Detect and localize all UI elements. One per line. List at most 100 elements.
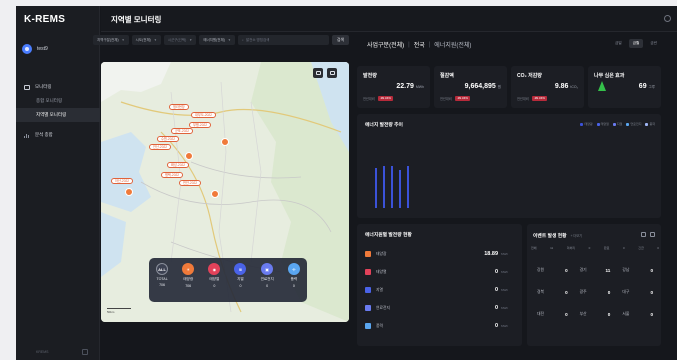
sidebar-item-monitoring[interactable]: 모니터링 [16,80,100,94]
plant-marker[interactable]: 평택-2022 [161,172,184,178]
monitor-icon [24,84,30,90]
legend-item[interactable]: 태양열 [596,122,609,126]
generation-row: 태양광 18.89 MWh [365,248,515,260]
generation-trend-card: 에너지 발전량 추이 태양광 태양열 지열 연료전지 풍력 [357,114,661,218]
region-cell[interactable]: 서울 0 [616,308,659,320]
plant-marker[interactable]: 수원-2022 [157,136,180,142]
brand-logo[interactable]: K-REMS [24,14,65,25]
chevron-down-icon: ▼ [121,38,125,42]
legend-item[interactable]: ☀ 태양광 706 [182,263,195,288]
map-pin-icon[interactable] [211,190,219,198]
legend-item[interactable]: ▣ 연료전지 0 [261,263,274,288]
region-cell[interactable]: 강남 0 [616,264,659,276]
energy-generation-card: 에너지원별 발전량 현황 태양광 18.89 MWh 태양열 0 MWh 지열 … [357,224,522,346]
stat-savings: 절감액 9,664,895 원 전년대비 -99.34% [434,66,507,108]
tab-month[interactable]: 금월 [628,39,644,48]
stat-co2: CO₂ 저감량 9.86 tCO₂ 전년대비 -99.34% [511,66,584,108]
wind-icon [365,323,371,329]
plant-marker[interactable]: 안산-2022 [149,144,172,150]
change-badge: -99.34% [454,96,470,101]
card-title: 에너지원별 발전량 현황 [365,233,412,238]
legend-item[interactable]: 지열 [612,122,622,126]
map-view[interactable]: 청라현장 대부도-2022 부평-2022 군포-2022 수원-2022 안산… [101,62,349,322]
trend-legend: 태양광 태양열 지열 연료전지 풍력 [580,122,655,126]
tab-today[interactable]: 금일 [611,39,626,48]
trend-bar [399,170,401,208]
plant-marker[interactable]: 천안-2022 [179,180,202,186]
region-cell[interactable]: 대전 0 [531,308,574,320]
energy-legend: ALL TOTAL 706 ☀ 태양광 706 ◉ 태양열 0 ≋ 지열 0 ▣… [149,258,307,302]
user-profile[interactable]: test9 [22,44,48,54]
tab-year[interactable]: 금년 [646,39,661,48]
layers-icon [315,71,321,75]
settings-icon[interactable] [664,15,671,22]
scale-label: 50km [107,310,115,314]
legend-item[interactable]: 태양광 [580,122,593,126]
legend-item[interactable]: ✢ 풍력 0 [287,263,300,288]
region-cell[interactable]: 부산 0 [574,308,617,320]
sidebar-item-analysis[interactable]: 분석 종합 [16,128,100,142]
map-layer-button[interactable] [313,68,323,78]
map-icon [329,71,335,75]
change-badge: -99.34% [377,96,393,101]
map-pin-icon[interactable] [185,152,193,160]
plant-marker[interactable]: 아산-2022 [111,178,134,184]
plant-marker[interactable]: 부평-2022 [189,122,212,128]
plant-marker[interactable]: 화성-2022 [167,162,190,168]
more-link[interactable]: + 더보기 [571,233,583,238]
generation-row: 풍력 0 MWh [365,320,515,332]
plant-marker[interactable]: 대부도-2022 [191,112,216,118]
legend-item[interactable]: ◉ 태양열 0 [208,263,221,288]
sidebar-item-label: 종합 모니터링 [36,98,63,103]
region-type-select[interactable]: 지역구분(전체) ▼ [93,35,129,45]
district-select[interactable]: 시군구(선택) ▼ [163,35,197,45]
chevron-down-icon: ▼ [227,38,231,42]
collapse-icon[interactable] [82,349,88,355]
chevron-down-icon: ▼ [189,38,193,42]
geothermal-icon [365,287,371,293]
map-pin-icon[interactable] [125,188,133,196]
plant-marker[interactable]: 청라현장 [169,104,189,110]
sidebar-item-label: 분석 종합 [35,132,53,137]
all-icon: ALL [156,263,169,275]
region-cell[interactable]: 대구 0 [616,286,659,298]
fuel-cell-icon: ▣ [261,263,274,275]
chevron-down-icon: ▼ [153,38,157,42]
summary-panel: 사업구분(전체) | 전국 | 에너지원(전체) 금일 금월 금년 발전량 22… [357,28,661,354]
legend-item[interactable]: ≋ 지열 0 [234,263,247,288]
stat-generation: 발전량 22.79 MWh 전년대비 -99.34% [357,66,430,108]
region-cell[interactable]: 경기 11 [574,264,617,276]
region-cell[interactable]: 광주 0 [574,286,617,298]
search-button[interactable]: 검색 [332,35,349,45]
grid-view-icon[interactable] [641,232,646,237]
legend-item[interactable]: ALL TOTAL 706 [156,263,169,287]
panel-breadcrumb: 사업구분(전체) | 전국 | 에너지원(전체) [367,41,472,50]
province-select[interactable]: 시도(전체) ▼ [131,35,161,45]
sidebar-item-label: 모니터링 [35,84,52,89]
region-cell[interactable]: 강원 0 [531,264,574,276]
search-icon: ⌕ [241,38,244,42]
search-input[interactable]: ⌕ 발전소 명칭검색 [237,35,329,45]
avatar [22,44,32,54]
energy-source-select[interactable]: 에너지원(전체) ▼ [199,35,235,45]
map-view-button[interactable] [327,68,337,78]
sidebar-nav: 모니터링 종합 모니터링 지역별 모니터링 분석 종합 [16,80,100,142]
plant-marker[interactable]: 군포-2022 [171,128,194,134]
trend-bar [383,166,385,208]
legend-item[interactable]: 풍력 [645,122,655,126]
sidebar-item-label: 지역별 모니터링 [36,112,67,117]
list-view-icon[interactable] [650,232,655,237]
solar-thermal-icon [365,269,371,275]
stat-cards: 발전량 22.79 MWh 전년대비 -99.34% 절감액 9,664,895 … [357,66,661,108]
sidebar: K-REMS test9 모니터링 종합 모니터링 지역별 모니터링 분석 종합… [16,6,100,360]
sidebar-item-regional-monitoring[interactable]: 지역별 모니터링 [16,108,100,122]
trend-bar [391,166,393,208]
event-status-card: 이벤트 발생 현황 + 더보기 전체 11 미처리 0 완료 0 긴급 0 강원… [527,224,661,346]
legend-item[interactable]: 연료전지 [626,122,641,126]
map-pin-icon[interactable] [221,138,229,146]
user-name: test9 [37,46,48,52]
region-cell[interactable]: 경북 0 [531,286,574,298]
solar-thermal-icon: ◉ [208,263,221,275]
sidebar-item-overall-monitoring[interactable]: 종합 모니터링 [16,94,100,108]
page-title: 지역별 모니터링 [111,15,162,24]
